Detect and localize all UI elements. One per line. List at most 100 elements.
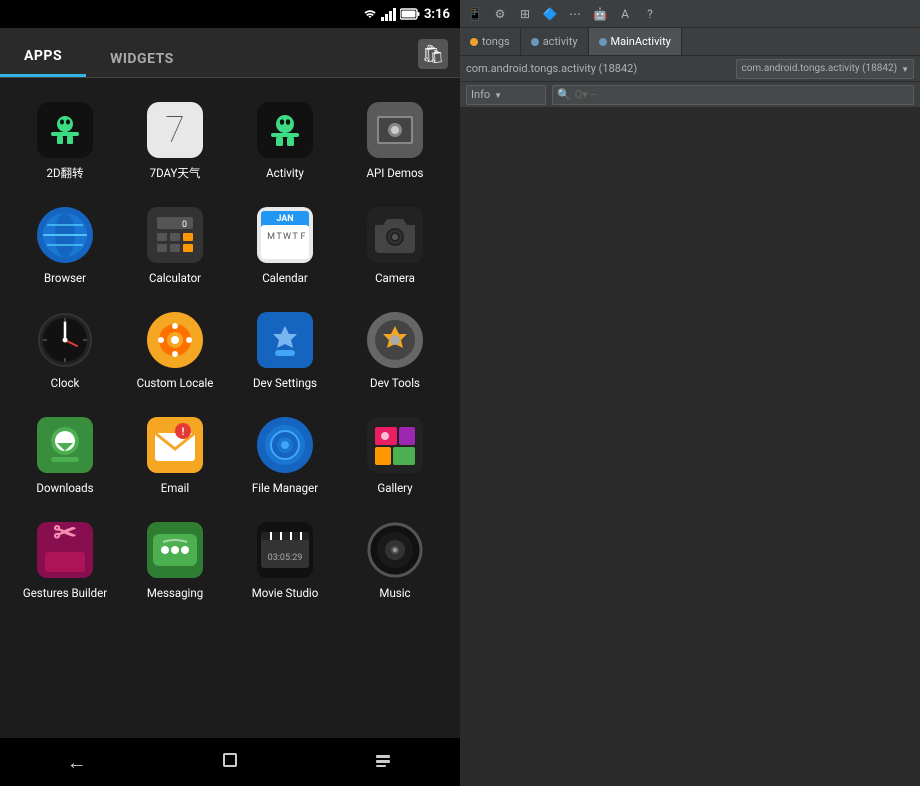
recents-button[interactable] bbox=[357, 742, 409, 783]
app-icon-calculator: 0 bbox=[145, 205, 205, 265]
log-level-dropdown[interactable]: Info bbox=[466, 85, 546, 105]
ide-process-bar: com.android.tongs.activity (18842) com.a… bbox=[460, 56, 920, 82]
ide-toolbar: 📱 ⚙ ⊞ 🔷 ⋯ 🤖 A ? bbox=[460, 0, 920, 28]
app-icon-music bbox=[365, 520, 425, 580]
app-item-email[interactable]: ! Email bbox=[120, 403, 230, 508]
svg-text:JAN: JAN bbox=[276, 214, 293, 224]
app-icon-custom-locale bbox=[145, 310, 205, 370]
svg-text:M: M bbox=[267, 232, 275, 242]
wifi-icon bbox=[363, 8, 377, 20]
app-tab-bar: APPS WIDGETS 🛍 bbox=[0, 28, 460, 78]
app-icon-dev-tools bbox=[365, 310, 425, 370]
app-item-gallery[interactable]: Gallery bbox=[340, 403, 450, 508]
app-item-messaging[interactable]: Messaging bbox=[120, 508, 230, 613]
app-item-downloads[interactable]: Downloads bbox=[10, 403, 120, 508]
app-icon-7day: 7 bbox=[145, 100, 205, 160]
app-item-api-demos[interactable]: API Demos bbox=[340, 88, 450, 193]
home-button[interactable] bbox=[204, 742, 256, 783]
svg-text:7: 7 bbox=[165, 109, 185, 151]
app-icon-camera bbox=[365, 205, 425, 265]
svg-text:0: 0 bbox=[182, 220, 187, 230]
ide-tab-activity[interactable]: activity bbox=[521, 28, 589, 55]
process-dropdown[interactable]: com.android.tongs.activity (18842) bbox=[736, 59, 914, 79]
search-placeholder: Q▾ -- bbox=[575, 88, 597, 101]
app-item-movie-studio[interactable]: 03:05:29 Movie Studio bbox=[230, 508, 340, 613]
app-label-activity: Activity bbox=[266, 166, 304, 181]
svg-text:03:05:29: 03:05:29 bbox=[268, 553, 303, 563]
ide-tool-android[interactable]: 🤖 bbox=[589, 3, 611, 25]
ide-tool-phone[interactable]: 📱 bbox=[464, 3, 486, 25]
ide-tool-puzzle[interactable]: 🔷 bbox=[539, 3, 561, 25]
app-icon-clock bbox=[35, 310, 95, 370]
app-label-downloads: Downloads bbox=[36, 481, 93, 496]
ide-tool-grid[interactable]: ⊞ bbox=[514, 3, 536, 25]
tab-label-mainactivity: MainActivity bbox=[611, 35, 671, 48]
app-label-calendar: Calendar bbox=[262, 271, 308, 286]
app-label-custom-locale: Custom Locale bbox=[137, 376, 214, 391]
svg-text:T: T bbox=[292, 232, 298, 242]
status-time: 3:16 bbox=[424, 7, 450, 22]
app-label-movie-studio: Movie Studio bbox=[252, 586, 319, 601]
ide-content bbox=[460, 108, 920, 786]
back-button[interactable]: ← bbox=[51, 742, 103, 783]
tab-label-activity: activity bbox=[543, 35, 578, 48]
ide-tab-mainactivity[interactable]: MainActivity bbox=[589, 28, 682, 55]
app-item-dev-tools[interactable]: Dev Tools bbox=[340, 298, 450, 403]
process-dropdown-chevron bbox=[901, 62, 909, 75]
app-label-browser: Browser bbox=[44, 271, 86, 286]
process-dropdown-value: com.android.tongs.activity (18842) bbox=[741, 63, 897, 74]
app-item-gestures-builder[interactable]: ✂ Gestures Builder bbox=[10, 508, 120, 613]
svg-text:!: ! bbox=[182, 427, 185, 438]
app-item-calendar[interactable]: JAN M T W T F Calendar bbox=[230, 193, 340, 298]
app-icon-downloads bbox=[35, 415, 95, 475]
log-search[interactable]: 🔍 Q▾ -- bbox=[552, 85, 914, 105]
status-icons: 3:16 bbox=[363, 7, 450, 22]
app-icon-email: ! bbox=[145, 415, 205, 475]
ide-tab-bar: tongs activity MainActivity bbox=[460, 28, 920, 56]
ide-tool-settings[interactable]: ⚙ bbox=[489, 3, 511, 25]
apps-tab[interactable]: APPS bbox=[0, 36, 86, 77]
app-icon-activity bbox=[255, 100, 315, 160]
ide-filter-bar: Info 🔍 Q▾ -- bbox=[460, 82, 920, 108]
widgets-tab[interactable]: WIDGETS bbox=[86, 39, 198, 77]
android-panel: 3:16 APPS WIDGETS 🛍 bbox=[0, 0, 460, 786]
app-label-2d-flip: 2D翻转 bbox=[46, 166, 83, 181]
app-label-dev-settings: Dev Settings bbox=[253, 376, 317, 391]
app-item-activity[interactable]: Activity bbox=[230, 88, 340, 193]
app-item-music[interactable]: Music bbox=[340, 508, 450, 613]
tab-dot-mainactivity bbox=[599, 38, 607, 46]
tab-label-tongs: tongs bbox=[482, 35, 510, 48]
process-label: com.android.tongs.activity (18842) bbox=[466, 62, 730, 75]
app-icon-dev-settings bbox=[255, 310, 315, 370]
ide-tool-letter[interactable]: A bbox=[614, 3, 636, 25]
app-icon-gallery bbox=[365, 415, 425, 475]
ide-tool-question[interactable]: ? bbox=[639, 3, 661, 25]
app-label-music: Music bbox=[379, 586, 410, 601]
app-icon-gestures-builder: ✂ bbox=[35, 520, 95, 580]
app-item-2d-flip[interactable]: 2D翻转 bbox=[10, 88, 120, 193]
app-label-file-manager: File Manager bbox=[252, 481, 318, 496]
app-icon-2d-flip bbox=[35, 100, 95, 160]
app-icon-calendar: JAN M T W T F bbox=[255, 205, 315, 265]
app-label-7day: 7DAY天气 bbox=[150, 166, 201, 181]
app-item-file-manager[interactable]: File Manager bbox=[230, 403, 340, 508]
nav-bar: ← bbox=[0, 738, 460, 786]
app-label-calculator: Calculator bbox=[149, 271, 201, 286]
app-label-gestures-builder: Gestures Builder bbox=[23, 586, 107, 601]
svg-text:W: W bbox=[283, 232, 291, 242]
ide-panel: 📱 ⚙ ⊞ 🔷 ⋯ 🤖 A ? tongs activity MainActiv… bbox=[460, 0, 920, 786]
app-item-browser[interactable]: Browser bbox=[10, 193, 120, 298]
market-icon[interactable]: 🛍 bbox=[418, 39, 448, 69]
app-item-camera[interactable]: Camera bbox=[340, 193, 450, 298]
tab-dot-tongs bbox=[470, 38, 478, 46]
status-bar: 3:16 bbox=[0, 0, 460, 28]
ide-tab-tongs[interactable]: tongs bbox=[460, 28, 521, 55]
app-item-7day[interactable]: 7 7DAY天气 bbox=[120, 88, 230, 193]
app-item-clock[interactable]: Clock bbox=[10, 298, 120, 403]
log-level-value: Info bbox=[471, 88, 490, 101]
ide-tool-dots[interactable]: ⋯ bbox=[564, 3, 586, 25]
app-icon-api-demos bbox=[365, 100, 425, 160]
app-item-dev-settings[interactable]: Dev Settings bbox=[230, 298, 340, 403]
app-item-calculator[interactable]: 0 Calculator bbox=[120, 193, 230, 298]
app-item-custom-locale[interactable]: Custom Locale bbox=[120, 298, 230, 403]
